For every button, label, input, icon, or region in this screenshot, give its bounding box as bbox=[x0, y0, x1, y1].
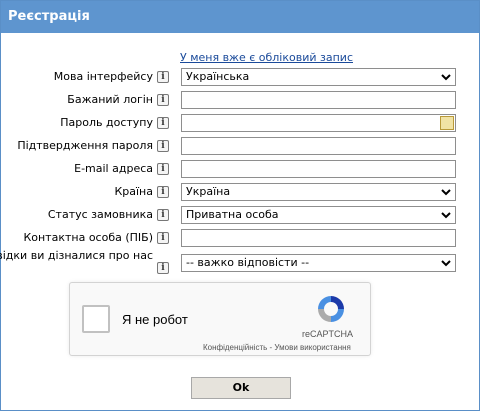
recaptcha-logo-icon bbox=[318, 296, 344, 322]
language-value: Українська bbox=[186, 70, 250, 83]
login-input[interactable] bbox=[181, 91, 456, 109]
status-row: Статус замовника i Приватна особа bbox=[1, 206, 479, 224]
chevron-down-icon bbox=[441, 74, 451, 81]
country-value: Україна bbox=[186, 185, 231, 198]
country-label: Країна bbox=[114, 185, 153, 198]
password-confirm-input[interactable] bbox=[181, 137, 456, 155]
contact-input[interactable] bbox=[181, 229, 456, 247]
login-row: Бажаний логін i bbox=[1, 91, 479, 109]
registration-panel: Реєстрація У меня вже є обліковий запис … bbox=[0, 0, 480, 411]
password-label: Пароль доступу bbox=[60, 116, 153, 129]
recaptcha-brand: reCAPTCHA bbox=[302, 329, 354, 339]
language-label: Мова інтерфейсу bbox=[53, 70, 153, 83]
panel-title: Реєстрація bbox=[1, 1, 479, 33]
recaptcha-widget: Я не робот reCAPTCHA Конфіденційність - … bbox=[69, 282, 371, 356]
recaptcha-privacy-link[interactable]: Конфіденційність bbox=[203, 343, 267, 352]
source-select[interactable]: -- важко відповісти -- bbox=[181, 254, 456, 272]
email-label: E-mail адреса bbox=[74, 162, 153, 175]
recaptcha-terms-link[interactable]: Умови використання bbox=[274, 343, 350, 352]
status-label: Статус замовника bbox=[47, 208, 153, 221]
recaptcha-checkbox[interactable] bbox=[82, 305, 110, 333]
recaptcha-label: Я не робот bbox=[122, 312, 188, 327]
email-input[interactable] bbox=[181, 160, 456, 178]
info-icon[interactable]: i bbox=[157, 232, 169, 244]
source-label: Звідки ви дізналися про нас bbox=[0, 249, 153, 262]
info-icon[interactable]: i bbox=[157, 71, 169, 83]
info-icon[interactable]: i bbox=[157, 209, 169, 221]
source-row: Звідки ви дізналися про нас i -- важко в… bbox=[0, 249, 479, 274]
status-value: Приватна особа bbox=[186, 208, 279, 221]
password-row: Пароль доступу i bbox=[1, 114, 479, 132]
ok-button[interactable]: Ok bbox=[191, 377, 291, 399]
chevron-down-icon bbox=[441, 189, 451, 196]
language-row: Мова інтерфейсу i Українська bbox=[1, 68, 479, 86]
info-icon[interactable]: i bbox=[157, 94, 169, 106]
country-select[interactable]: Україна bbox=[181, 183, 456, 201]
existing-account-link[interactable]: У меня вже є обліковий запис bbox=[180, 51, 353, 64]
password-confirm-label: Підтвердження пароля bbox=[17, 139, 153, 152]
email-row: E-mail адреса i bbox=[1, 160, 479, 178]
info-icon[interactable]: i bbox=[157, 117, 169, 129]
language-select[interactable]: Українська bbox=[181, 68, 456, 86]
login-label: Бажаний логін bbox=[67, 93, 153, 106]
password-generator-icon[interactable] bbox=[440, 116, 454, 130]
country-row: Країна i Україна bbox=[1, 183, 479, 201]
recaptcha-links: Конфіденційність - Умови використання bbox=[203, 343, 351, 352]
contact-row: Контактна особа (ПІБ) i bbox=[1, 229, 479, 247]
password-input[interactable] bbox=[181, 114, 456, 132]
info-icon[interactable]: i bbox=[157, 140, 169, 152]
info-icon[interactable]: i bbox=[157, 262, 169, 274]
status-select[interactable]: Приватна особа bbox=[181, 206, 456, 224]
source-value: -- важко відповісти -- bbox=[186, 256, 310, 269]
contact-label: Контактна особа (ПІБ) bbox=[23, 231, 153, 244]
password-confirm-row: Підтвердження пароля i bbox=[1, 137, 479, 155]
info-icon[interactable]: i bbox=[157, 186, 169, 198]
chevron-down-icon bbox=[441, 212, 451, 219]
chevron-down-icon bbox=[441, 260, 451, 267]
info-icon[interactable]: i bbox=[157, 163, 169, 175]
